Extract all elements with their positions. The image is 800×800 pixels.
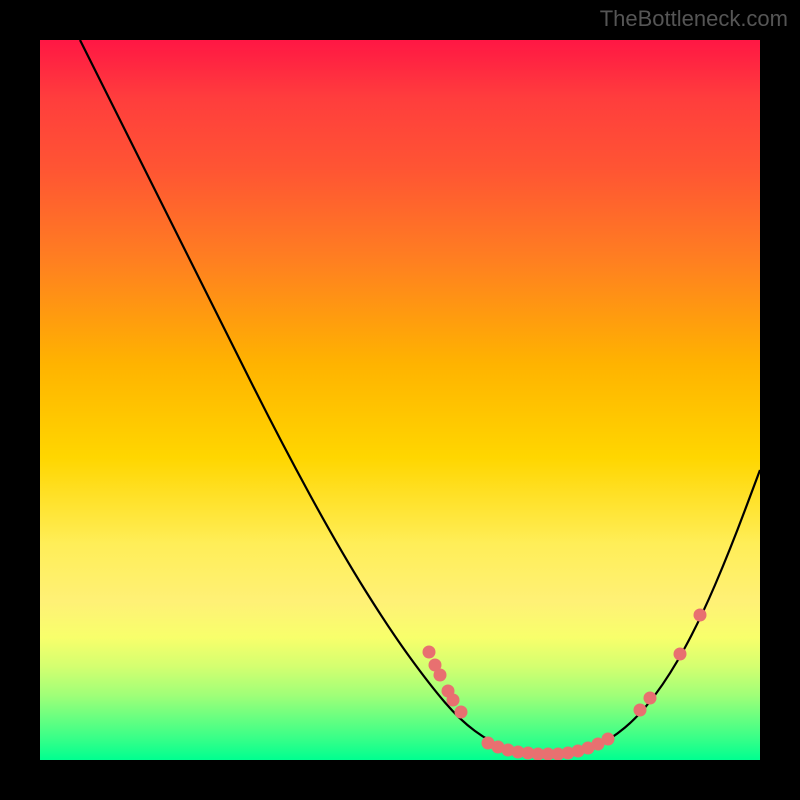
plot-area [40,40,760,760]
data-dot [634,704,647,717]
data-dot [674,648,687,661]
data-dot [694,609,707,622]
data-dot [455,706,468,719]
chart-svg [40,40,760,760]
bottleneck-curve [80,40,760,757]
data-dot [602,733,615,746]
data-dot [644,692,657,705]
data-dot [434,669,447,682]
data-dot [423,646,436,659]
watermark-text: TheBottleneck.com [600,6,788,32]
data-dot [447,694,460,707]
